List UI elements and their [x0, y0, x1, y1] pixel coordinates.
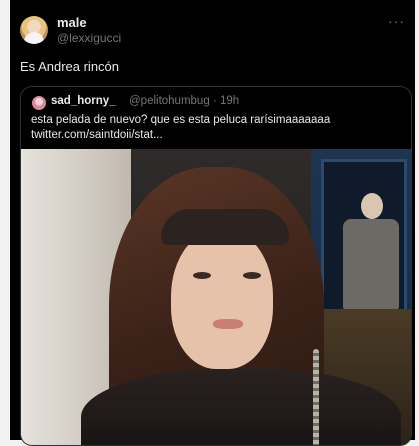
- photo-mannequin-body: [343, 219, 399, 309]
- quoted-tweet-link[interactable]: twitter.com/saintdoii/stat...: [31, 128, 401, 143]
- quoted-tweet[interactable]: sad_horny_ @pelitohumbug · 19h esta pela…: [20, 86, 412, 446]
- photo-person-eye-right: [243, 272, 261, 279]
- photo-person-headband: [161, 209, 289, 245]
- tweet[interactable]: male @lexxigucci ··· Es Andrea rincón sa…: [10, 6, 415, 446]
- quoted-tweet-photo[interactable]: [21, 149, 411, 445]
- quoted-tweet-text-line: esta pelada de nuevo? que es esta peluca…: [31, 114, 331, 126]
- quoted-author-avatar[interactable]: [32, 96, 46, 110]
- photo-mannequin-head: [361, 193, 383, 219]
- frame-edge-right: [415, 0, 419, 446]
- photo-person-face: [171, 229, 273, 369]
- photo-bag-chain: [313, 349, 319, 445]
- photo-person-lips: [213, 319, 243, 329]
- author-avatar[interactable]: [20, 16, 48, 44]
- quoted-tweet-time: · 19h: [212, 95, 240, 107]
- frame-edge-left: [0, 0, 10, 446]
- quoted-tweet-text: esta pelada de nuevo? que es esta peluca…: [31, 113, 401, 143]
- tweet-text: Es Andrea rincón: [20, 59, 120, 74]
- photo-person-eye-left: [193, 272, 211, 279]
- quoted-author-meta: @pelitohumbug · 19h: [129, 95, 239, 107]
- quoted-author-name[interactable]: sad_horny_: [51, 95, 116, 107]
- author-name[interactable]: male: [57, 15, 87, 30]
- screenshot-frame: male @lexxigucci ··· Es Andrea rincón sa…: [0, 0, 419, 446]
- more-horizontal-icon[interactable]: ···: [388, 13, 405, 29]
- author-handle[interactable]: @lexxigucci: [57, 31, 121, 45]
- quoted-author-handle[interactable]: @pelitohumbug: [129, 95, 210, 107]
